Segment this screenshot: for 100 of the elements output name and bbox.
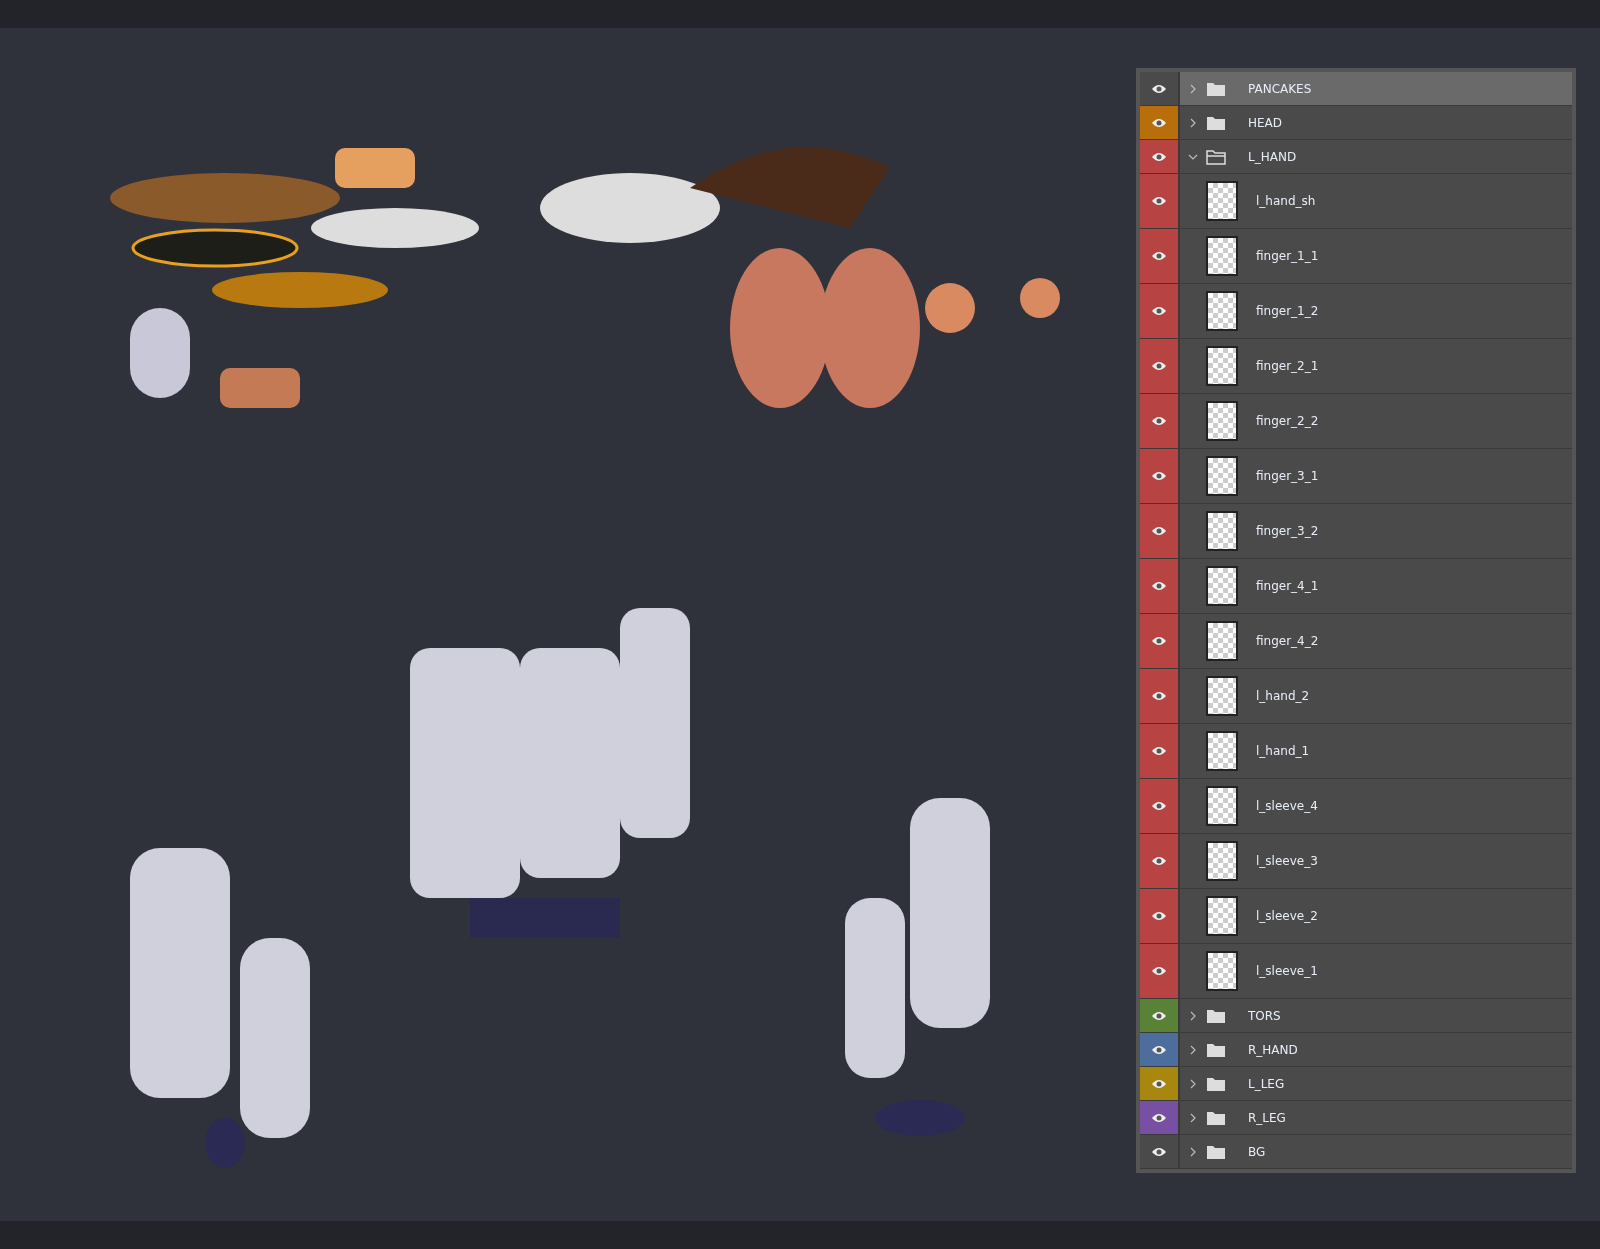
visibility-cell[interactable] — [1140, 174, 1180, 228]
chevron-right-icon[interactable] — [1188, 83, 1198, 94]
eye-icon[interactable] — [1151, 251, 1167, 261]
visibility-cell[interactable] — [1140, 669, 1180, 723]
visibility-cell[interactable] — [1140, 779, 1180, 833]
layer-group-row[interactable]: HEAD — [1140, 106, 1572, 140]
eye-icon[interactable] — [1151, 471, 1167, 481]
visibility-cell[interactable] — [1140, 229, 1180, 283]
layer-row[interactable]: finger_3_2 — [1140, 504, 1572, 559]
eye-icon[interactable] — [1151, 1078, 1167, 1089]
layer-group-row[interactable]: BG — [1140, 1135, 1572, 1169]
visibility-cell[interactable] — [1140, 449, 1180, 503]
layer-row[interactable]: l_sleeve_3 — [1140, 834, 1572, 889]
group-name: BG — [1248, 1144, 1266, 1159]
eye-icon[interactable] — [1151, 306, 1167, 316]
visibility-cell[interactable] — [1140, 140, 1180, 173]
chevron-right-icon[interactable] — [1188, 1112, 1198, 1123]
visibility-cell[interactable] — [1140, 504, 1180, 558]
visibility-cell[interactable] — [1140, 72, 1180, 105]
eye-icon[interactable] — [1151, 1010, 1167, 1021]
group-name: L_LEG — [1248, 1076, 1285, 1091]
layer-row[interactable]: l_sleeve_2 — [1140, 889, 1572, 944]
layer-group-row[interactable]: L_LEG — [1140, 1067, 1572, 1101]
eye-icon[interactable] — [1151, 1112, 1167, 1123]
chevron-right-icon[interactable] — [1188, 1010, 1198, 1021]
layer-row[interactable]: finger_3_1 — [1140, 449, 1572, 504]
group-name: R_HAND — [1248, 1042, 1298, 1057]
layer-name: finger_2_2 — [1256, 414, 1319, 428]
visibility-cell[interactable] — [1140, 724, 1180, 778]
eye-icon[interactable] — [1151, 196, 1167, 206]
eye-icon[interactable] — [1151, 117, 1167, 128]
eye-icon[interactable] — [1151, 856, 1167, 866]
layer-thumbnail — [1206, 621, 1238, 661]
eye-icon[interactable] — [1151, 526, 1167, 536]
visibility-cell[interactable] — [1140, 1067, 1180, 1100]
layer-name: l_hand_2 — [1256, 689, 1310, 703]
layer-row[interactable]: finger_4_1 — [1140, 559, 1572, 614]
layer-name: l_hand_sh — [1256, 194, 1316, 208]
layer-row[interactable]: l_sleeve_1 — [1140, 944, 1572, 999]
layer-thumbnail — [1206, 346, 1238, 386]
eye-icon[interactable] — [1151, 636, 1167, 646]
layer-thumbnail — [1206, 181, 1238, 221]
layer-name: finger_3_2 — [1256, 524, 1319, 538]
layer-group-row[interactable]: R_LEG — [1140, 1101, 1572, 1135]
layer-name: l_hand_1 — [1256, 744, 1310, 758]
visibility-cell[interactable] — [1140, 559, 1180, 613]
layer-name: finger_4_2 — [1256, 634, 1319, 648]
layer-row[interactable]: finger_1_1 — [1140, 229, 1572, 284]
layer-thumbnail — [1206, 401, 1238, 441]
visibility-cell[interactable] — [1140, 1101, 1180, 1134]
group-name: L_HAND — [1248, 149, 1297, 164]
visibility-cell[interactable] — [1140, 944, 1180, 998]
chevron-right-icon[interactable] — [1188, 117, 1198, 128]
layer-thumbnail — [1206, 456, 1238, 496]
layer-thumbnail — [1206, 896, 1238, 936]
layer-row[interactable]: l_hand_2 — [1140, 669, 1572, 724]
visibility-cell[interactable] — [1140, 999, 1180, 1032]
eye-icon[interactable] — [1151, 416, 1167, 426]
layer-group-row[interactable]: PANCAKES — [1140, 72, 1572, 106]
folder-icon — [1206, 1109, 1226, 1126]
eye-icon[interactable] — [1151, 911, 1167, 921]
layer-name: l_sleeve_2 — [1256, 909, 1318, 923]
visibility-cell[interactable] — [1140, 889, 1180, 943]
eye-icon[interactable] — [1151, 746, 1167, 756]
eye-icon[interactable] — [1151, 1044, 1167, 1055]
layer-row[interactable]: l_hand_1 — [1140, 724, 1572, 779]
layer-name: finger_1_1 — [1256, 249, 1319, 263]
visibility-cell[interactable] — [1140, 284, 1180, 338]
eye-icon[interactable] — [1151, 966, 1167, 976]
eye-icon[interactable] — [1151, 1146, 1167, 1157]
visibility-cell[interactable] — [1140, 614, 1180, 668]
layer-thumbnail — [1206, 731, 1238, 771]
eye-icon[interactable] — [1151, 151, 1167, 162]
layer-group-row[interactable]: TORS — [1140, 999, 1572, 1033]
layer-row[interactable]: finger_4_2 — [1140, 614, 1572, 669]
eye-icon[interactable] — [1151, 361, 1167, 371]
eye-icon[interactable] — [1151, 801, 1167, 811]
folder-icon — [1206, 1075, 1226, 1092]
layer-row[interactable]: finger_2_1 — [1140, 339, 1572, 394]
eye-icon[interactable] — [1151, 83, 1167, 94]
eye-icon[interactable] — [1151, 581, 1167, 591]
visibility-cell[interactable] — [1140, 834, 1180, 888]
layer-row[interactable]: l_hand_sh — [1140, 174, 1572, 229]
layer-thumbnail — [1206, 566, 1238, 606]
visibility-cell[interactable] — [1140, 394, 1180, 448]
visibility-cell[interactable] — [1140, 106, 1180, 139]
layer-thumbnail — [1206, 841, 1238, 881]
layer-row[interactable]: finger_2_2 — [1140, 394, 1572, 449]
layer-group-row[interactable]: L_HAND — [1140, 140, 1572, 174]
chevron-right-icon[interactable] — [1188, 1078, 1198, 1089]
layer-row[interactable]: l_sleeve_4 — [1140, 779, 1572, 834]
layer-name: finger_3_1 — [1256, 469, 1319, 483]
chevron-right-icon[interactable] — [1188, 1044, 1198, 1055]
layer-group-row[interactable]: R_HAND — [1140, 1033, 1572, 1067]
layer-row[interactable]: finger_1_2 — [1140, 284, 1572, 339]
visibility-cell[interactable] — [1140, 339, 1180, 393]
eye-icon[interactable] — [1151, 691, 1167, 701]
folder-icon — [1206, 1143, 1226, 1160]
visibility-cell[interactable] — [1140, 1033, 1180, 1066]
chevron-right-icon[interactable] — [1188, 1146, 1198, 1157]
